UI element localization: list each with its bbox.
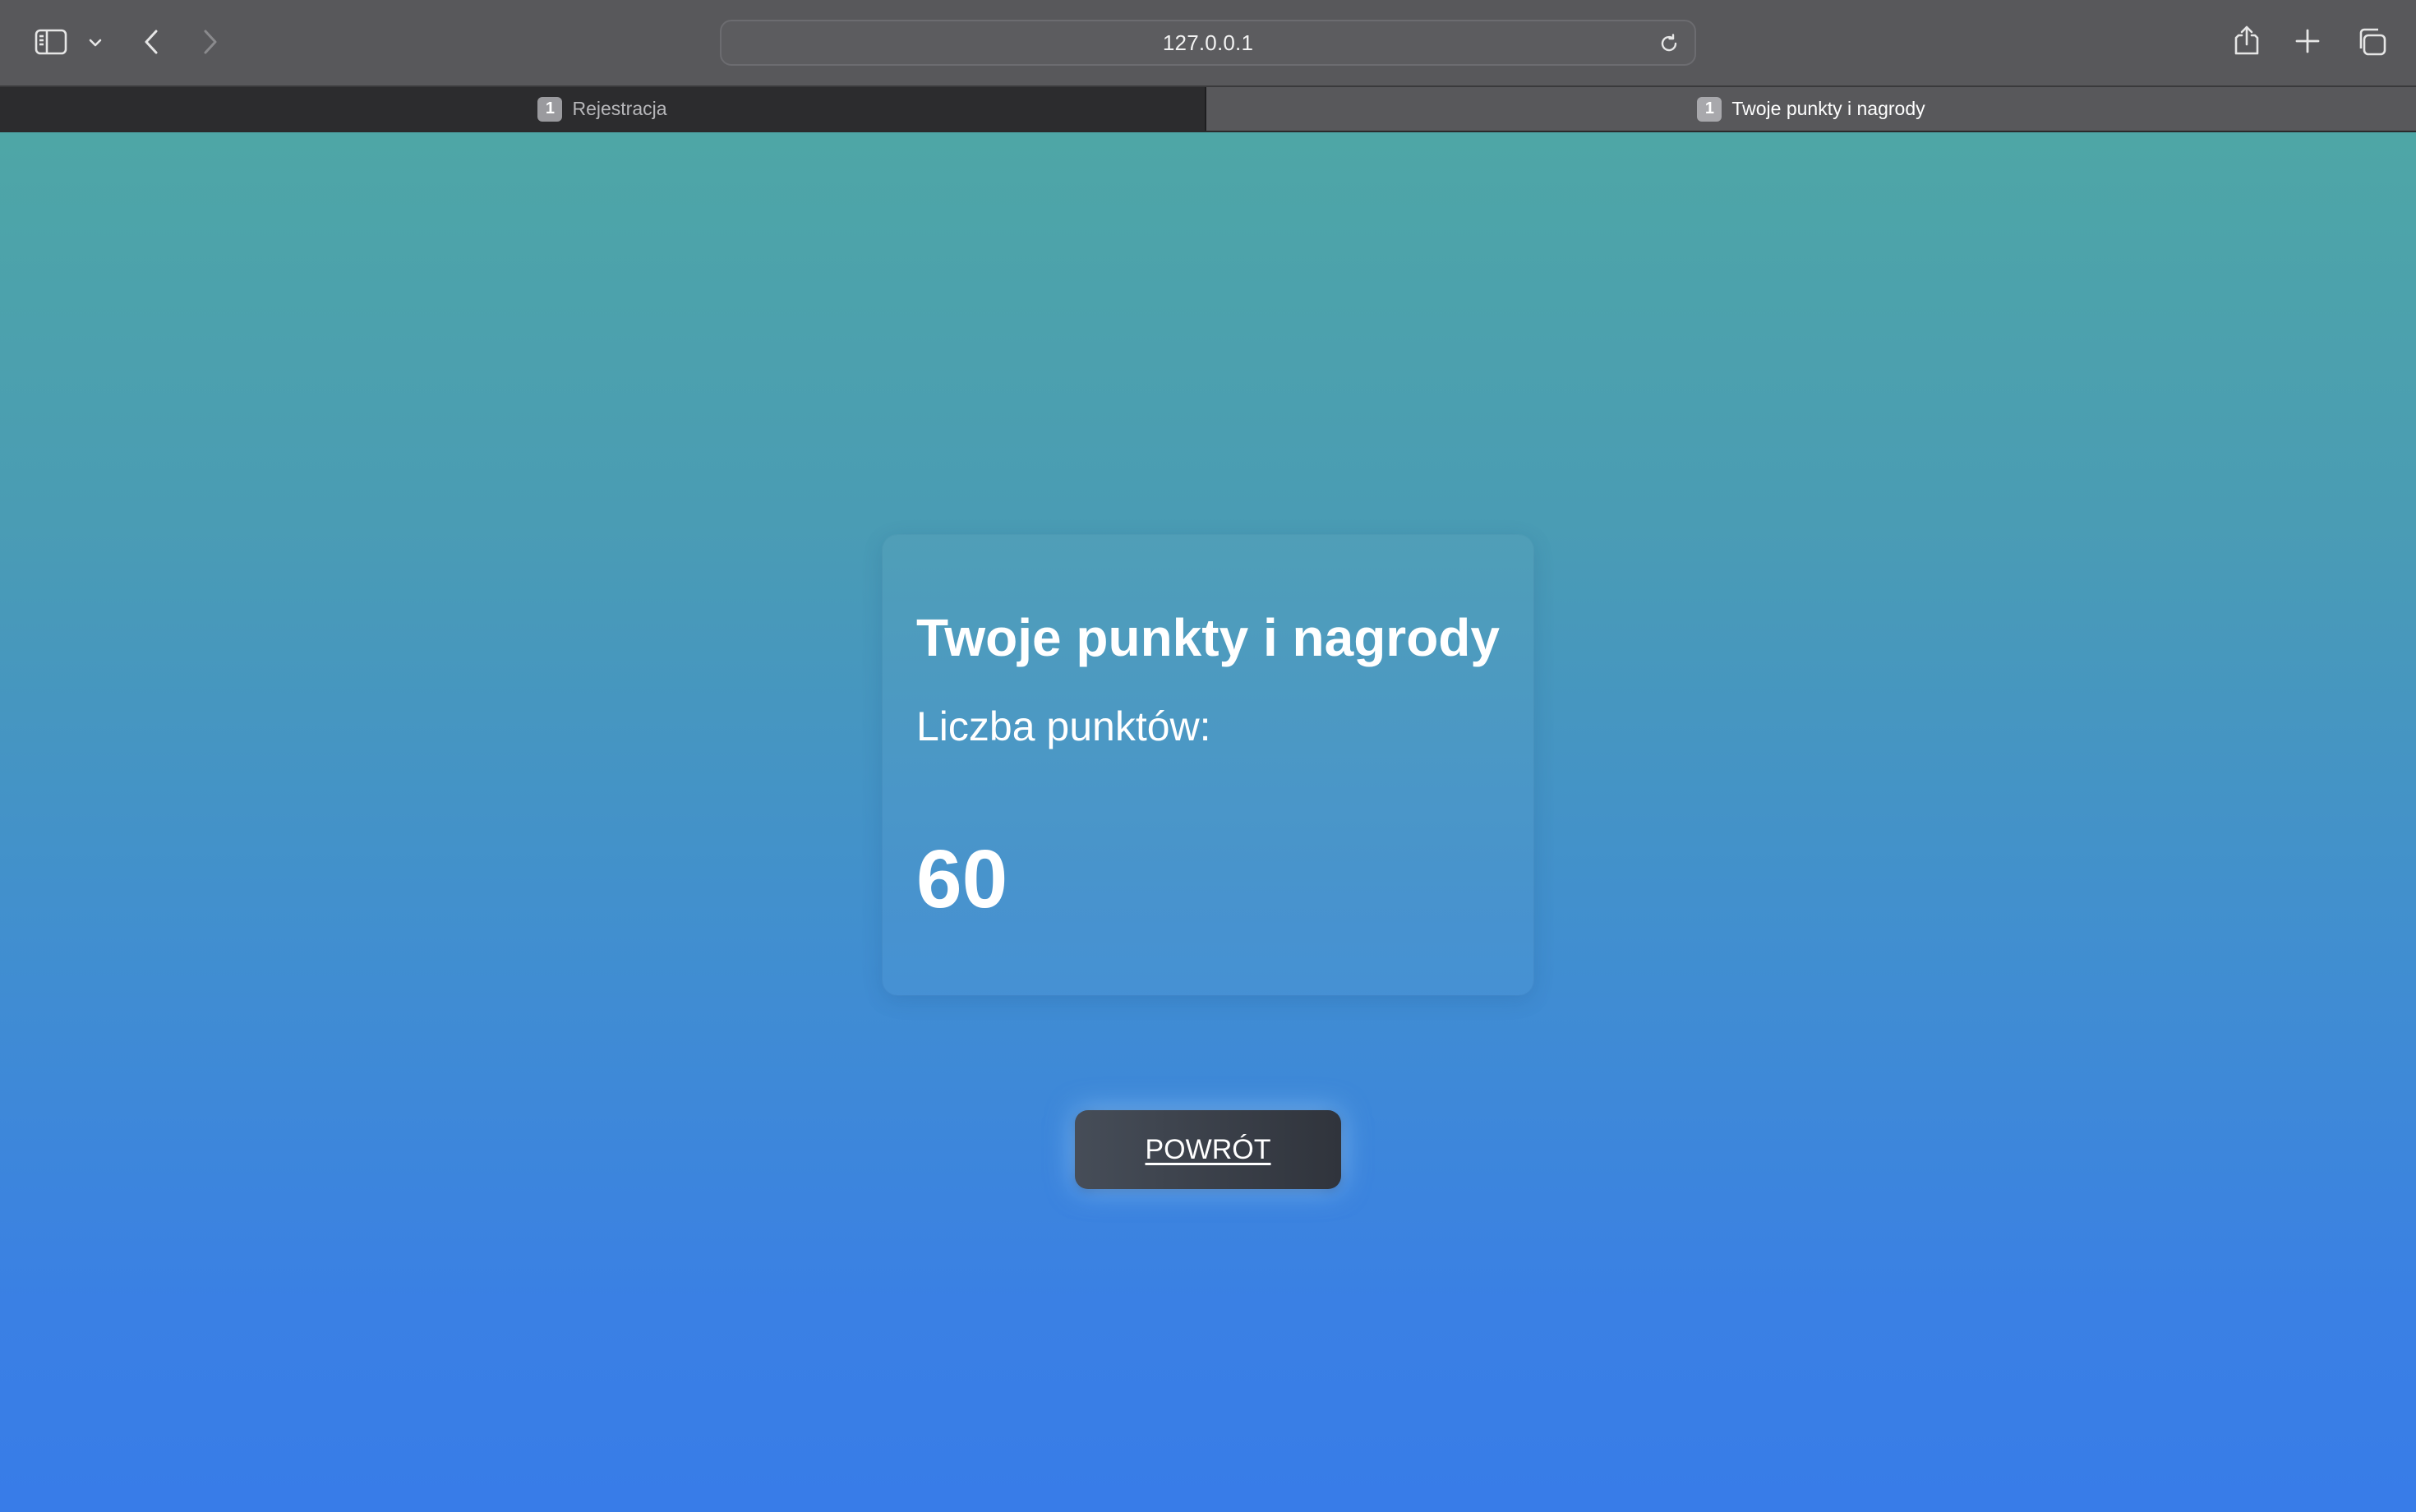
points-value: 60 bbox=[916, 833, 1008, 925]
points-card: Twoje punkty i nagrody Liczba punktów: 6… bbox=[883, 535, 1533, 995]
browser-toolbar: 127.0.0.1 bbox=[0, 0, 2416, 85]
tab-twoje-punkty[interactable]: 1 Twoje punkty i nagrody bbox=[1206, 87, 2416, 131]
share-icon[interactable] bbox=[2229, 18, 2265, 64]
reload-icon[interactable] bbox=[1655, 30, 1683, 58]
chevron-left-icon bbox=[145, 30, 158, 54]
page-content: Twoje punkty i nagrody Liczba punktów: 6… bbox=[0, 132, 2416, 1512]
chevron-right-icon bbox=[204, 30, 217, 54]
address-bar[interactable]: 127.0.0.1 bbox=[720, 20, 1696, 66]
tab-badge: 1 bbox=[537, 96, 563, 122]
tab-rejestracja[interactable]: 1 Rejestracja bbox=[0, 87, 1206, 131]
address-text: 127.0.0.1 bbox=[1162, 30, 1254, 55]
forward-button[interactable] bbox=[192, 21, 228, 62]
return-button[interactable]: POWRÓT bbox=[1075, 1110, 1341, 1189]
points-label: Liczba punktów: bbox=[916, 703, 1211, 749]
tab-overview-icon[interactable] bbox=[2350, 21, 2393, 62]
tab-strip: 1 Rejestracja 1 Twoje punkty i nagrody bbox=[0, 85, 2416, 132]
tab-label: Twoje punkty i nagrody bbox=[1731, 98, 1925, 119]
page-title: Twoje punkty i nagrody bbox=[916, 608, 1500, 667]
back-button[interactable] bbox=[133, 21, 169, 62]
plus-icon[interactable] bbox=[2288, 21, 2327, 61]
tab-label: Rejestracja bbox=[572, 98, 667, 119]
chevron-down-icon[interactable] bbox=[82, 26, 108, 59]
tab-badge: 1 bbox=[1697, 96, 1722, 122]
sidebar-icon[interactable] bbox=[28, 23, 74, 61]
